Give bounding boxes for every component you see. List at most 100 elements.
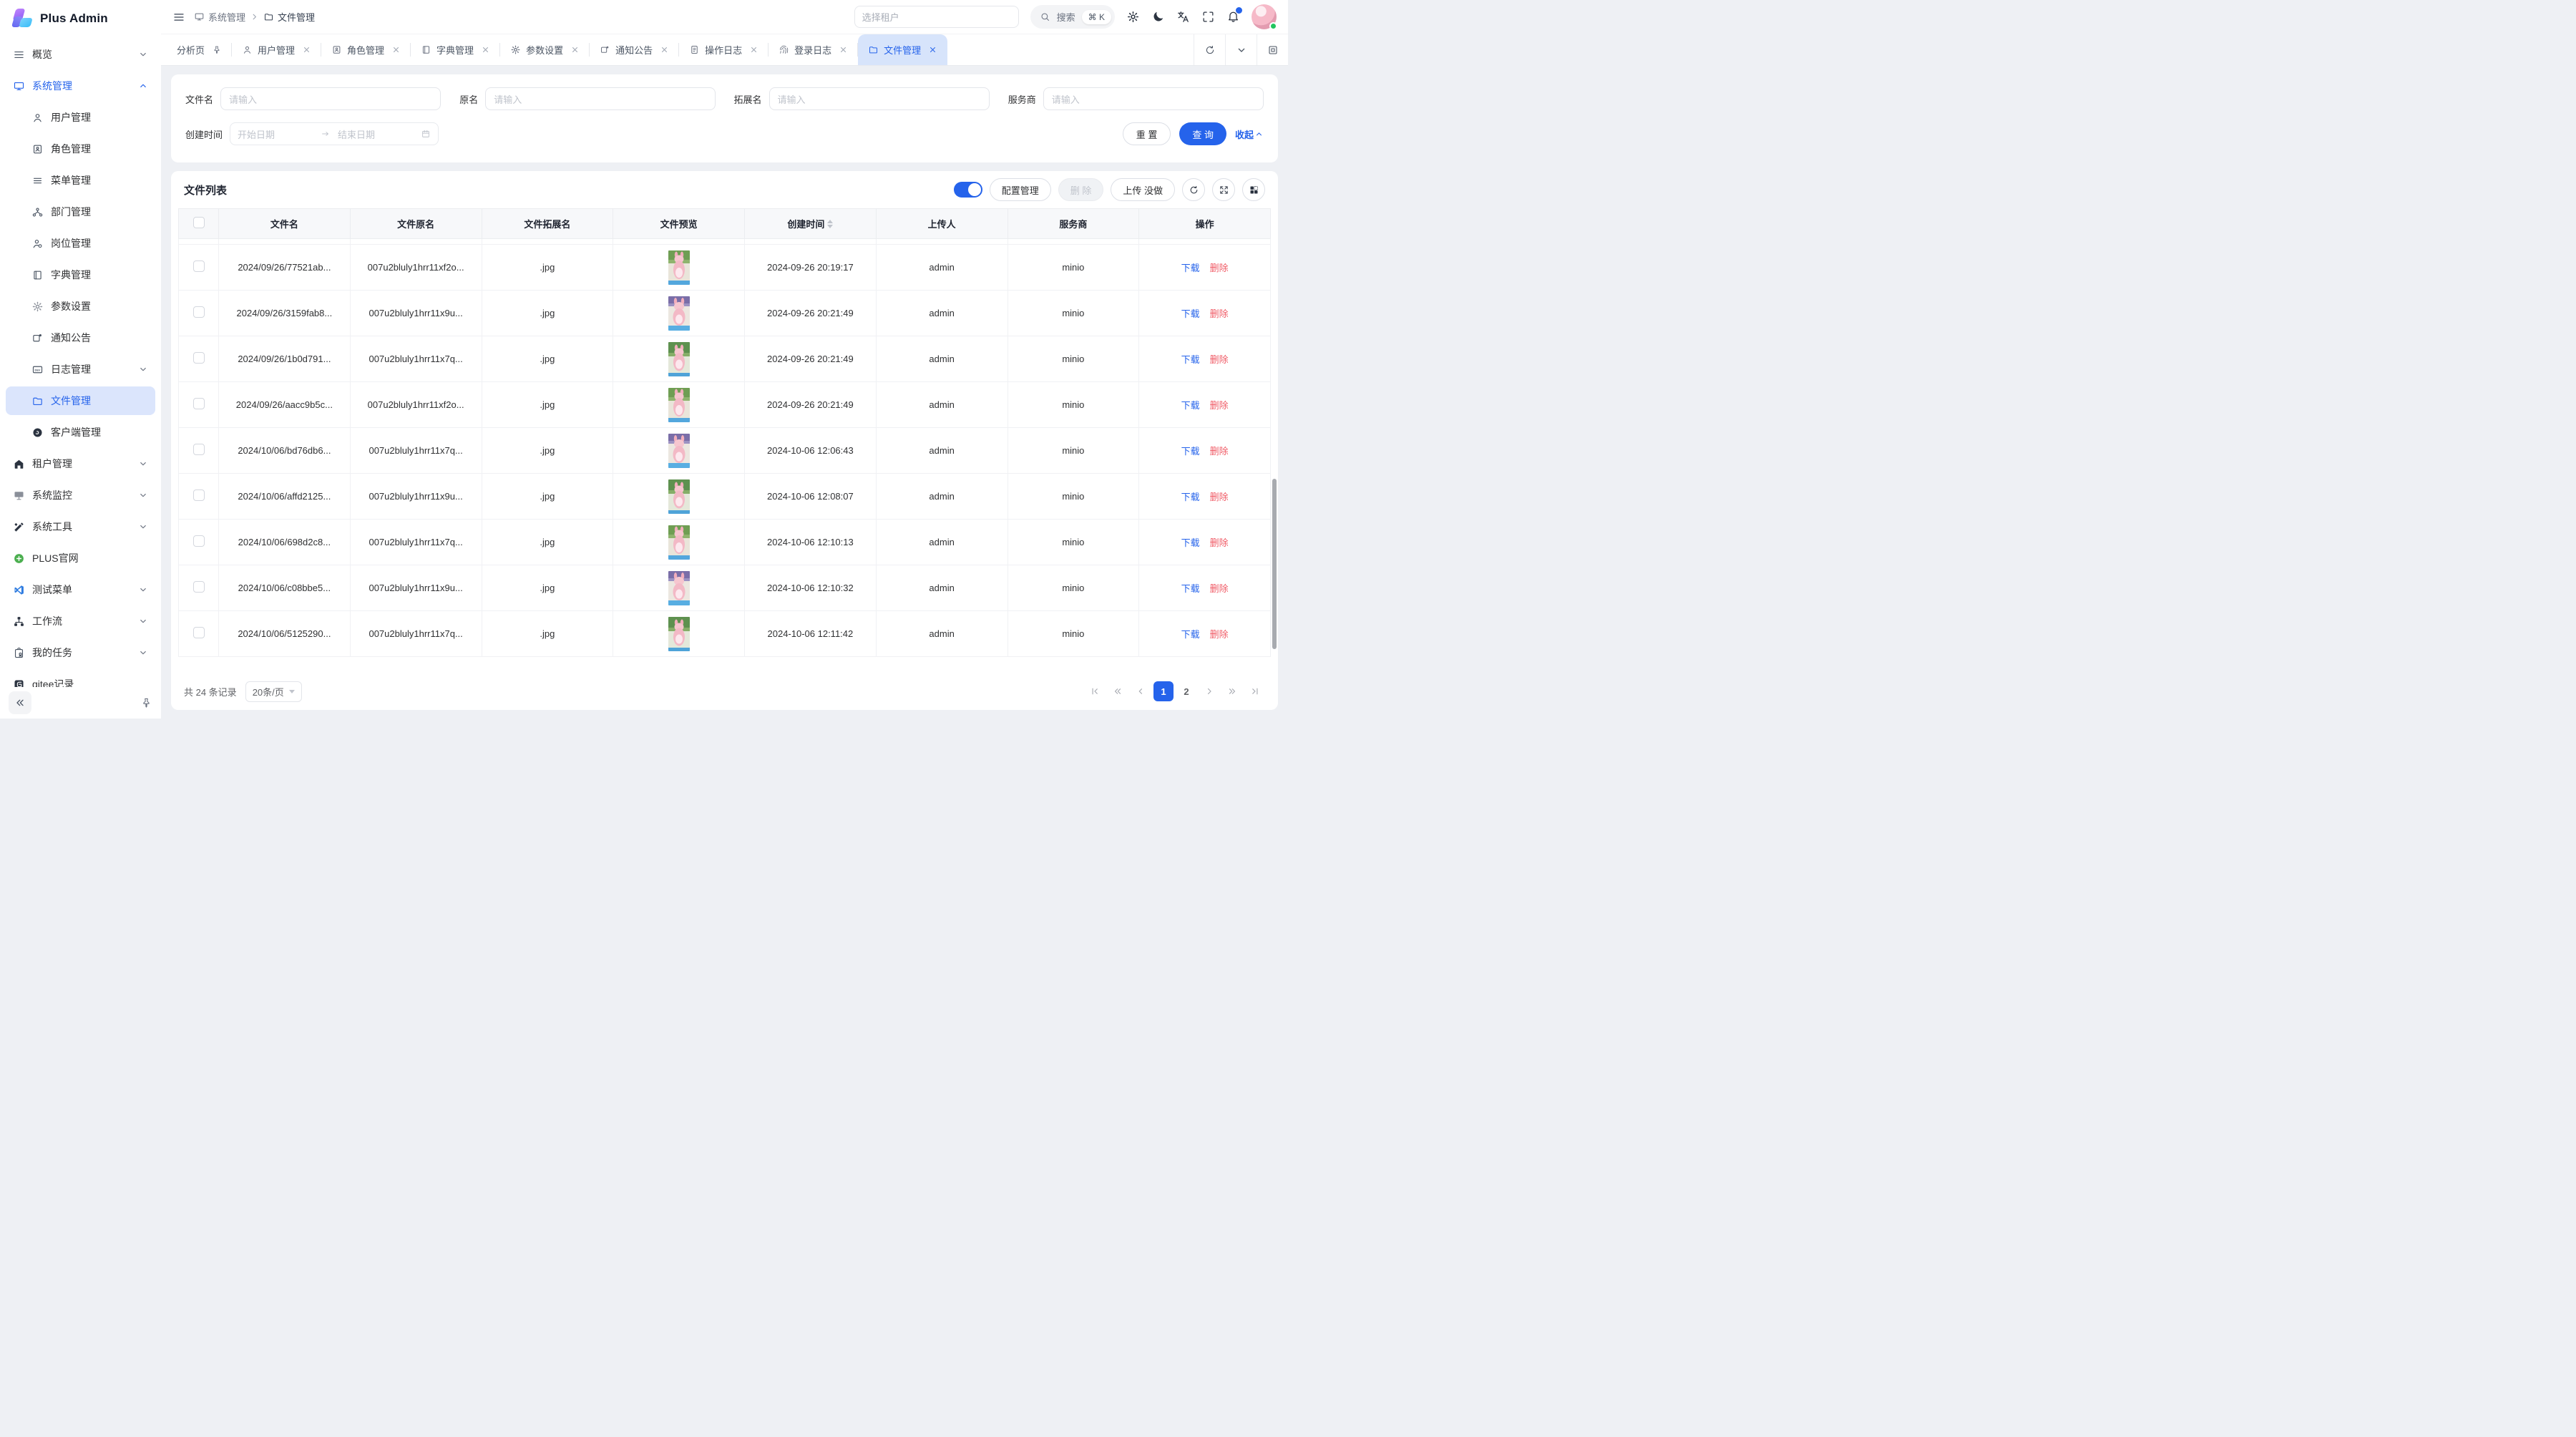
- download-link[interactable]: 下载: [1181, 446, 1200, 457]
- sidebar-item-tenant-management[interactable]: 租户管理: [6, 449, 155, 478]
- delete-link[interactable]: 删除: [1210, 263, 1229, 273]
- extension-input[interactable]: 请输入: [769, 87, 990, 110]
- row-checkbox[interactable]: [193, 535, 205, 547]
- original-name-input[interactable]: 请输入: [485, 87, 715, 110]
- sidebar-item-post-management[interactable]: 岗位管理: [6, 229, 155, 258]
- row-checkbox[interactable]: [193, 627, 205, 638]
- close-icon[interactable]: [570, 45, 580, 54]
- config-management-button[interactable]: 配置管理: [990, 178, 1051, 201]
- close-icon[interactable]: [391, 45, 401, 54]
- pin-icon[interactable]: [212, 45, 222, 55]
- tab-file[interactable]: 文件管理: [858, 34, 947, 65]
- download-link[interactable]: 下载: [1181, 400, 1200, 411]
- close-icon[interactable]: [928, 45, 937, 54]
- tab-oplog[interactable]: 操作日志: [679, 34, 769, 65]
- close-icon[interactable]: [302, 45, 311, 54]
- row-checkbox[interactable]: [193, 581, 205, 593]
- last-page-button[interactable]: [1245, 681, 1265, 701]
- row-checkbox[interactable]: [193, 444, 205, 455]
- file-preview-thumbnail[interactable]: [668, 388, 690, 422]
- prev-page-button[interactable]: [1131, 681, 1151, 701]
- close-icon[interactable]: [839, 45, 848, 54]
- sidebar-item-test-menu[interactable]: 测试菜单: [6, 575, 155, 604]
- row-checkbox[interactable]: [193, 398, 205, 409]
- date-range-input[interactable]: 开始日期 结束日期: [230, 122, 439, 145]
- sidebar-item-system-tools[interactable]: 系统工具: [6, 512, 155, 541]
- file-name-input[interactable]: 请输入: [220, 87, 441, 110]
- file-preview-thumbnail[interactable]: [668, 296, 690, 331]
- delete-link[interactable]: 删除: [1210, 354, 1229, 365]
- tab-analysis[interactable]: 分析页: [167, 34, 232, 65]
- pin-icon[interactable]: [140, 697, 152, 709]
- settings-gear-icon[interactable]: [1126, 10, 1140, 24]
- delete-link[interactable]: 删除: [1210, 537, 1229, 548]
- file-preview-thumbnail[interactable]: [668, 525, 690, 560]
- close-icon[interactable]: [481, 45, 490, 54]
- file-preview-thumbnail[interactable]: [668, 617, 690, 651]
- download-link[interactable]: 下载: [1181, 354, 1200, 365]
- search-button[interactable]: 查 询: [1179, 122, 1226, 145]
- download-link[interactable]: 下载: [1181, 629, 1200, 640]
- download-link[interactable]: 下载: [1181, 263, 1200, 273]
- stripe-toggle[interactable]: [954, 182, 982, 198]
- file-preview-thumbnail[interactable]: [668, 434, 690, 468]
- provider-input[interactable]: 请输入: [1043, 87, 1264, 110]
- tab-menu-button[interactable]: [1225, 34, 1257, 65]
- column-settings-button[interactable]: [1242, 178, 1265, 201]
- sidebar-item-system-management[interactable]: 系统管理: [6, 72, 155, 100]
- delete-link[interactable]: 删除: [1210, 629, 1229, 640]
- select-all-checkbox[interactable]: [193, 217, 205, 228]
- tab-param[interactable]: 参数设置: [500, 34, 590, 65]
- tenant-select[interactable]: 选择租户: [854, 6, 1019, 28]
- download-link[interactable]: 下载: [1181, 537, 1200, 548]
- row-checkbox[interactable]: [193, 260, 205, 272]
- sidebar-item-log-management[interactable]: DEV日志管理: [6, 355, 155, 384]
- sidebar-item-my-tasks[interactable]: 我的任务: [6, 638, 155, 667]
- download-link[interactable]: 下载: [1181, 492, 1200, 502]
- sidebar-item-client-management[interactable]: 客户端管理: [6, 418, 155, 447]
- refresh-tab-button[interactable]: [1194, 34, 1225, 65]
- file-preview-thumbnail[interactable]: [668, 342, 690, 376]
- next-page-button[interactable]: [1199, 681, 1219, 701]
- sidebar-item-plus-site[interactable]: PLUS官网: [6, 544, 155, 573]
- sidebar-collapse-button[interactable]: [9, 691, 31, 714]
- sidebar-item-user-management[interactable]: 用户管理: [6, 103, 155, 132]
- tab-notice[interactable]: 通知公告: [590, 34, 679, 65]
- content-fullscreen-button[interactable]: [1257, 34, 1288, 65]
- delete-link[interactable]: 删除: [1210, 308, 1229, 319]
- sidebar-item-dept-management[interactable]: 部门管理: [6, 198, 155, 226]
- download-link[interactable]: 下载: [1181, 308, 1200, 319]
- dark-mode-moon-icon[interactable]: [1151, 10, 1165, 24]
- language-translate-icon[interactable]: [1176, 10, 1190, 24]
- hamburger-menu-icon[interactable]: [172, 11, 185, 24]
- sidebar-item-overview[interactable]: 概览: [6, 40, 155, 69]
- user-avatar[interactable]: [1252, 4, 1277, 29]
- file-preview-thumbnail[interactable]: [668, 250, 690, 285]
- file-preview-thumbnail[interactable]: [668, 571, 690, 605]
- tab-dict[interactable]: 字典管理: [411, 34, 500, 65]
- sort-carets-icon[interactable]: [827, 220, 833, 228]
- sidebar-item-dict-management[interactable]: 字典管理: [6, 260, 155, 289]
- notifications-button[interactable]: [1226, 9, 1240, 25]
- sidebar-item-notice[interactable]: 通知公告: [6, 323, 155, 352]
- tab-loginlog[interactable]: 登录日志: [769, 34, 858, 65]
- sidebar-item-role-management[interactable]: 角色管理: [6, 135, 155, 163]
- sidebar-item-workflow[interactable]: 工作流: [6, 607, 155, 635]
- page-number-1[interactable]: 1: [1153, 681, 1174, 701]
- row-checkbox[interactable]: [193, 352, 205, 364]
- jump-back-button[interactable]: [1108, 681, 1128, 701]
- table-scroll-area[interactable]: 文件名文件原名文件拓展名文件预览创建时间上传人服务商操作 2024/09/26/…: [178, 208, 1271, 673]
- collapse-filter-link[interactable]: 收起: [1235, 127, 1264, 141]
- delete-link[interactable]: 删除: [1210, 446, 1229, 457]
- close-icon[interactable]: [660, 45, 669, 54]
- sidebar-item-file-management[interactable]: 文件管理: [6, 386, 155, 415]
- column-header-created-time[interactable]: 创建时间: [745, 209, 877, 239]
- row-checkbox[interactable]: [193, 306, 205, 318]
- breadcrumb-item[interactable]: 系统管理: [194, 10, 245, 24]
- tab-role[interactable]: 角色管理: [321, 34, 411, 65]
- delete-link[interactable]: 删除: [1210, 400, 1229, 411]
- download-link[interactable]: 下载: [1181, 583, 1200, 594]
- delete-link[interactable]: 删除: [1210, 492, 1229, 502]
- tab-user[interactable]: 用户管理: [232, 34, 321, 65]
- global-search[interactable]: 搜索 ⌘ K: [1030, 5, 1115, 29]
